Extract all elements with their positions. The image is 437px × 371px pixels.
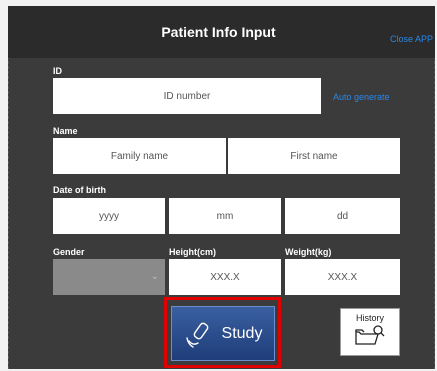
gender-select[interactable]: ⌄ [53, 259, 165, 295]
day-input[interactable]: dd [285, 198, 400, 234]
weight-label: Weight(kg) [285, 247, 332, 257]
first-name-input[interactable]: First name [228, 138, 400, 174]
ultrasound-probe-icon [185, 322, 208, 348]
height-input[interactable]: XXX.X [169, 259, 281, 295]
month-input[interactable]: mm [169, 198, 281, 234]
weight-input[interactable]: XXX.X [285, 259, 400, 295]
history-label: History [355, 313, 384, 323]
year-input[interactable]: yyyy [53, 198, 165, 234]
chevron-down-icon: ⌄ [150, 271, 159, 282]
id-label: ID [53, 66, 62, 76]
auto-generate-link[interactable]: Auto generate [333, 92, 390, 102]
study-button[interactable]: Study [171, 306, 275, 361]
history-button[interactable]: History [340, 308, 400, 356]
family-name-input[interactable]: Family name [53, 138, 226, 174]
folder-search-icon [355, 325, 385, 345]
height-label: Height(cm) [169, 247, 216, 257]
id-input[interactable]: ID number [53, 78, 321, 114]
study-label: Study [221, 324, 263, 342]
close-app-link[interactable]: Close APP [390, 34, 433, 44]
dob-label: Date of birth [53, 185, 106, 195]
name-label: Name [53, 126, 78, 136]
page-title: Patient Info Input [161, 24, 276, 40]
gender-label: Gender [53, 247, 85, 257]
